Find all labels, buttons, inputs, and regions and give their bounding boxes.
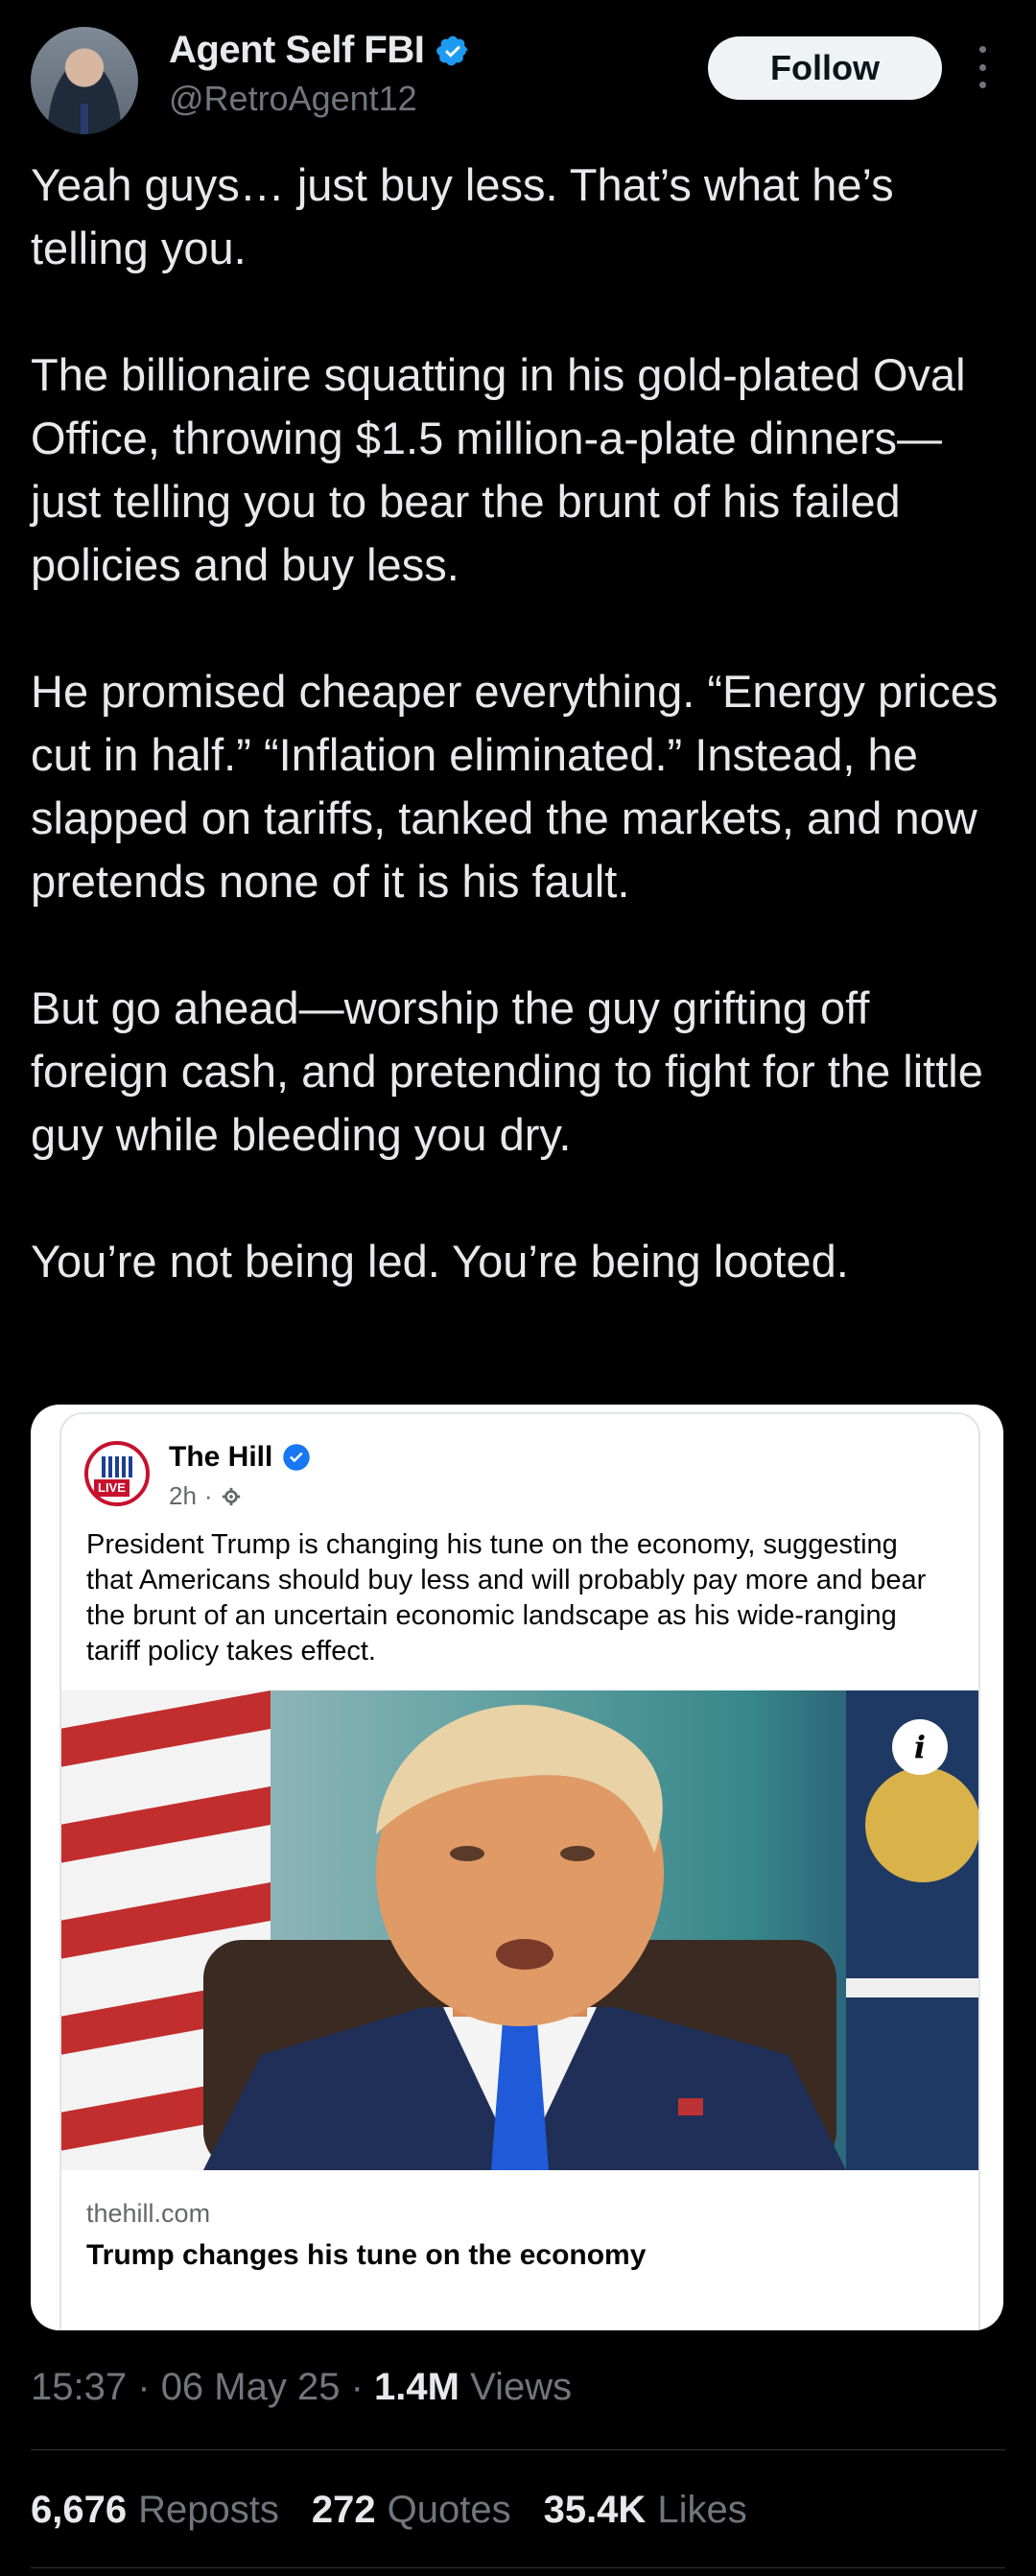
settings-gear-icon <box>222 1487 240 1505</box>
trump-photo-illustration <box>61 1690 978 2170</box>
likes-count: 35.4K <box>543 2489 647 2531</box>
reposts-stat[interactable]: 6,676 Reposts <box>31 2489 279 2532</box>
reposts-label: Reposts <box>138 2489 279 2531</box>
tweet-paragraph: But go ahead—worship the guy grifting of… <box>31 982 983 1160</box>
post-time: 2h <box>169 1481 197 1510</box>
link-domain: thehill.com <box>86 2199 211 2228</box>
tweet-paragraph: He promised cheaper everything. “Energy … <box>31 666 999 907</box>
more-options-icon[interactable] <box>971 46 994 88</box>
live-badge: LIVE <box>94 1479 130 1497</box>
the-hill-logo: LIVE <box>84 1441 150 1506</box>
info-icon[interactable]: i <box>892 1719 948 1775</box>
link-title: Trump changes his tune on the economy <box>86 2239 647 2271</box>
quotes-label: Quotes <box>387 2489 511 2531</box>
tweet-text: Yeah guys… just buy less. That’s what he… <box>31 154 1009 1293</box>
quotes-stat[interactable]: 272 Quotes <box>312 2489 511 2532</box>
author-handle[interactable]: @RetroAgent12 <box>169 79 417 119</box>
embedded-image[interactable]: LIVE The Hill 2h · President Trump is ch… <box>31 1405 1003 2330</box>
views-count: 1.4M <box>374 2366 459 2408</box>
divider <box>31 2449 1005 2450</box>
tweet-timestamp-views: 15:37 · 06 May 25 · 1.4M Views <box>31 2366 572 2409</box>
facebook-post-screenshot: LIVE The Hill 2h · President Trump is ch… <box>59 1412 980 2330</box>
avatar-tie <box>81 104 88 134</box>
meta-separator: · <box>137 2366 151 2408</box>
likes-label: Likes <box>657 2489 747 2531</box>
capitol-icon <box>102 1456 132 1477</box>
article-photo: i <box>61 1690 978 2170</box>
quotes-count: 272 <box>311 2489 376 2531</box>
meta-separator: · <box>350 2366 364 2408</box>
tweet-paragraph: Yeah guys… just buy less. That’s what he… <box>31 159 894 273</box>
tweet-time[interactable]: 15:37 <box>31 2366 127 2408</box>
verified-badge-icon <box>436 35 468 65</box>
author-name[interactable]: Agent Self FBI <box>169 29 425 72</box>
meta-separator: · <box>203 1481 213 1510</box>
tweet-date[interactable]: 06 May 25 <box>161 2366 341 2408</box>
page-name-row: The Hill <box>169 1441 311 1474</box>
page-name: The Hill <box>169 1441 273 1473</box>
verified-badge-icon <box>283 1444 311 1471</box>
tweet-paragraph: The billionaire squatting in his gold-pl… <box>31 349 966 590</box>
likes-stat[interactable]: 35.4K Likes <box>544 2489 747 2532</box>
views-label: Views <box>470 2366 573 2408</box>
follow-button[interactable]: Follow <box>708 36 942 100</box>
post-text: President Trump is changing his tune on … <box>86 1529 927 1666</box>
engagement-stats: 6,676 Reposts 272 Quotes 35.4K Likes <box>31 2489 747 2532</box>
post-meta: 2h · <box>169 1481 242 1511</box>
author-name-row[interactable]: Agent Self FBI <box>169 29 470 72</box>
divider <box>31 2567 1005 2568</box>
reposts-count: 6,676 <box>31 2489 128 2531</box>
tweet-paragraph: You’re not being led. You’re being loote… <box>31 1236 849 1287</box>
author-avatar[interactable] <box>31 27 138 134</box>
